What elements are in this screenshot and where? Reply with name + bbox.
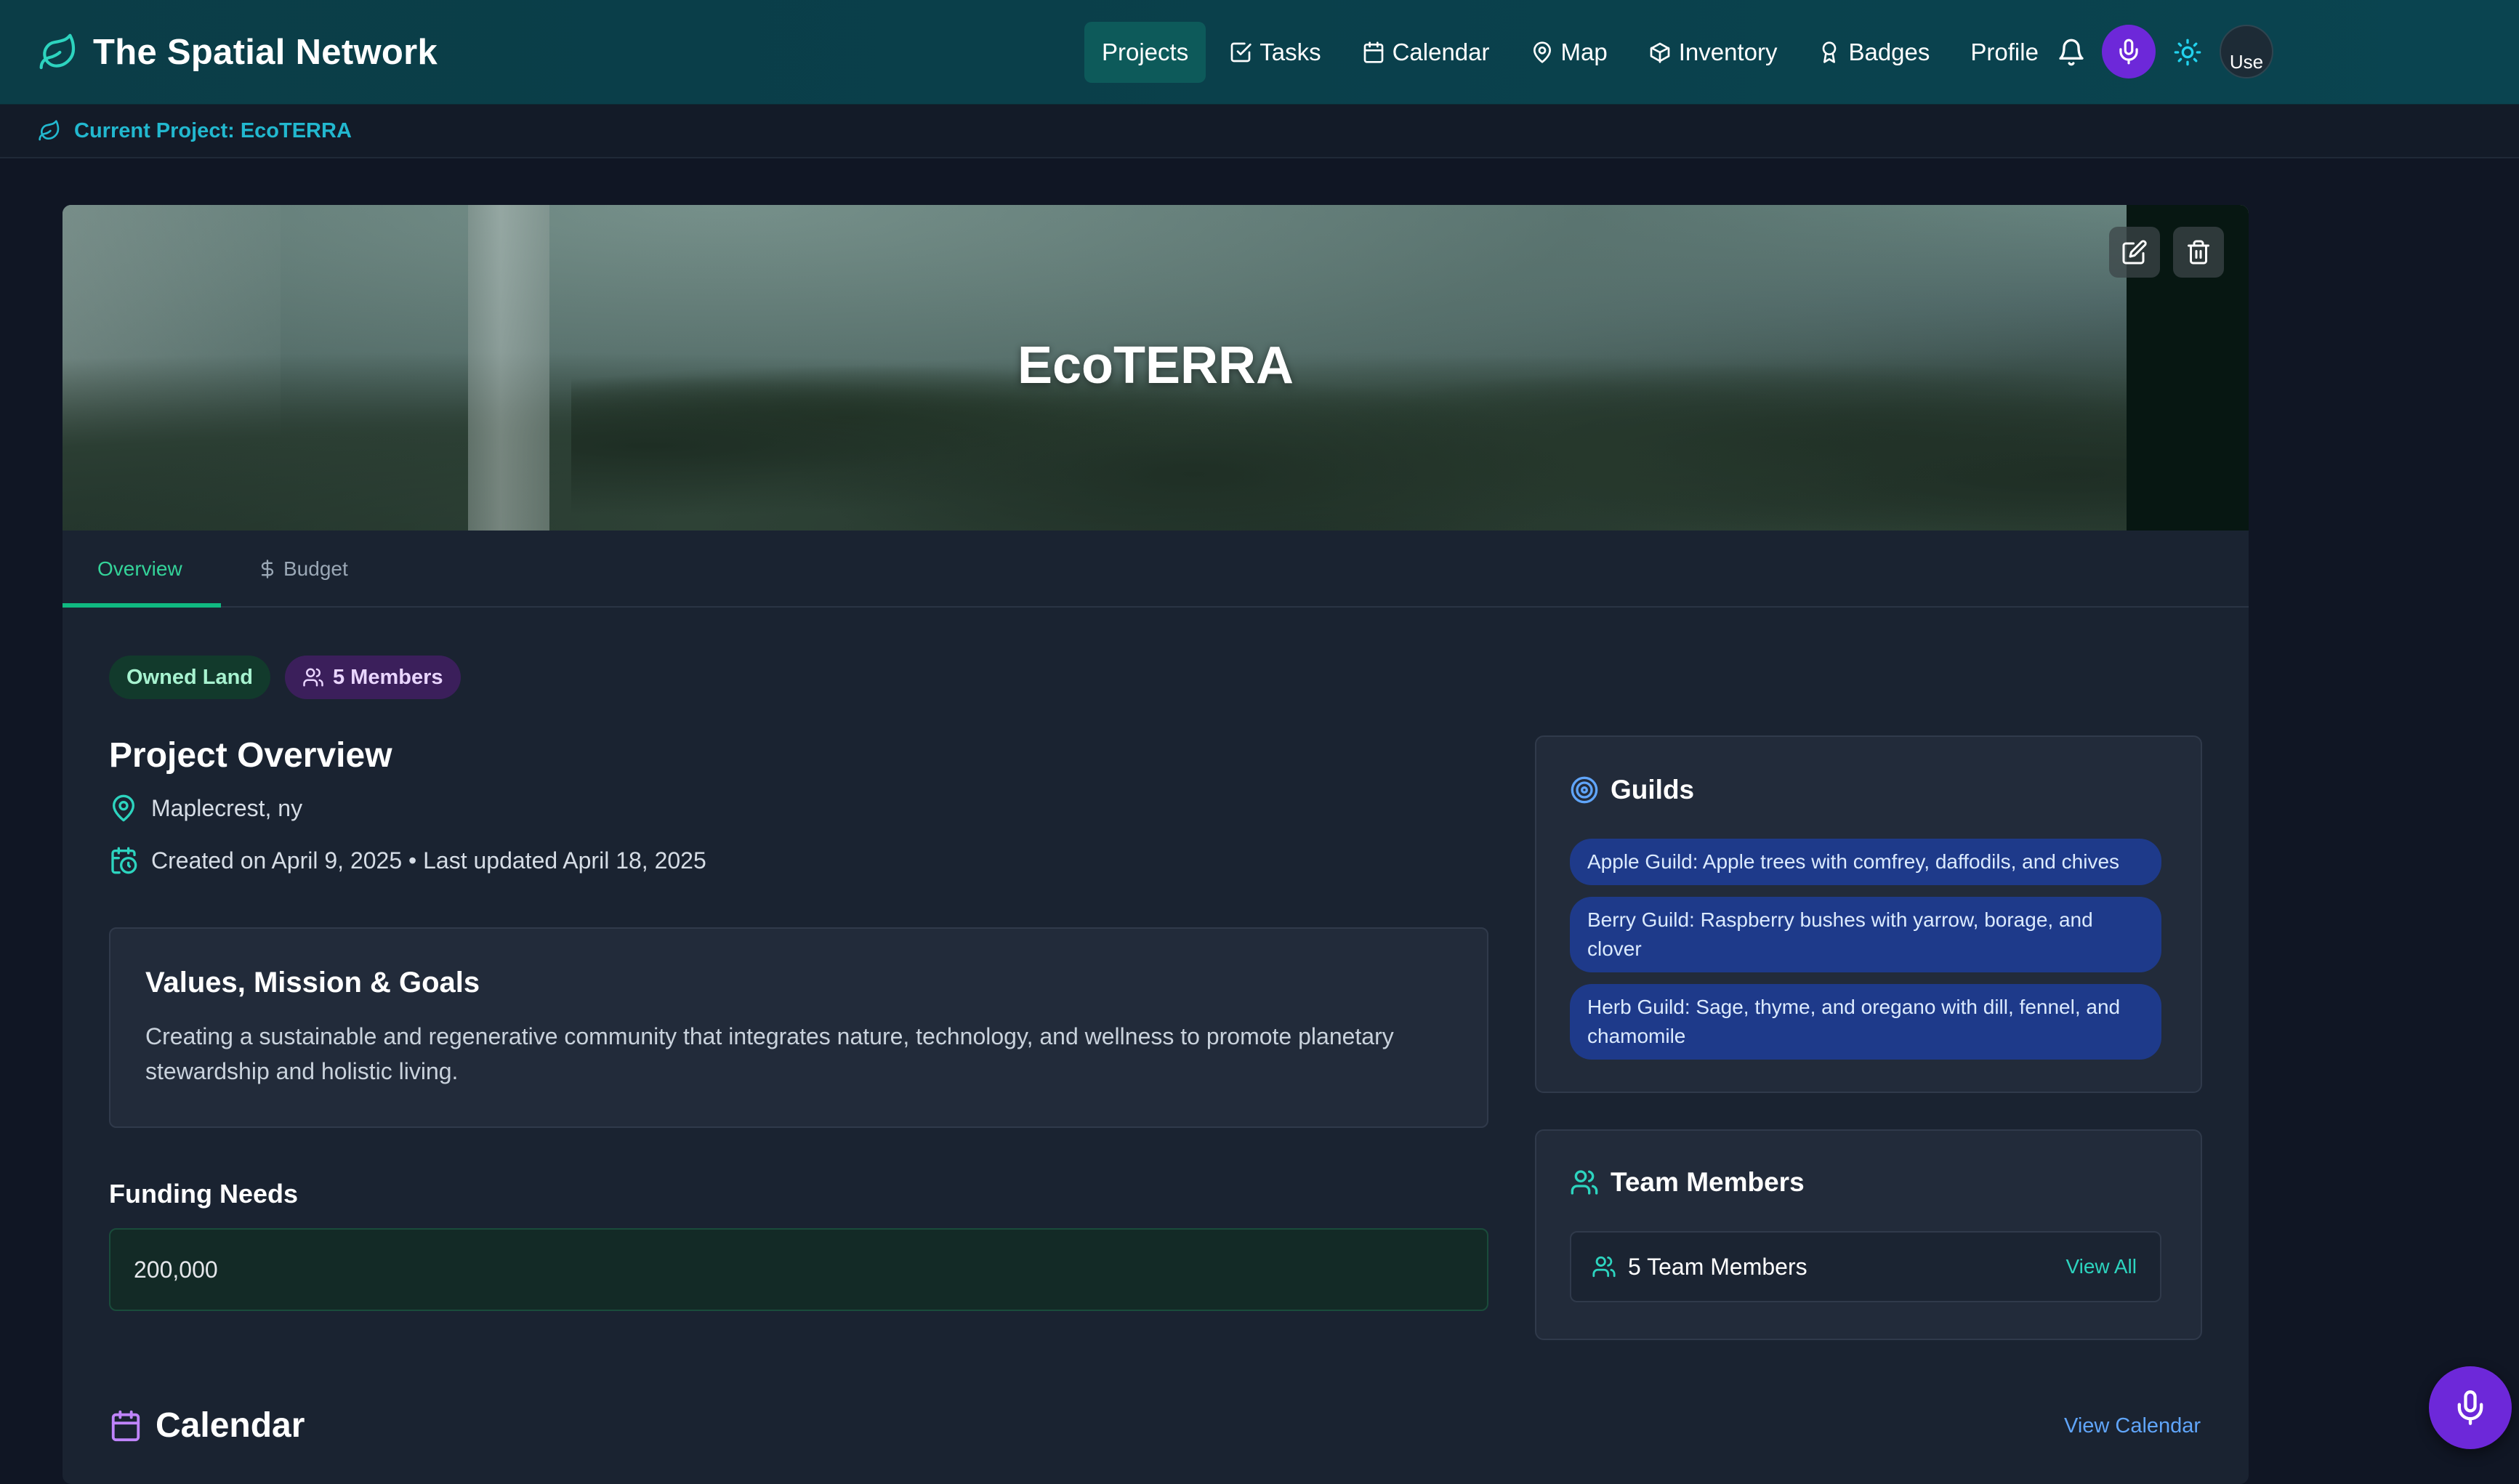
sun-icon [2174, 39, 2201, 66]
values-mission-box: Values, Mission & Goals Creating a susta… [109, 927, 1488, 1128]
nav-profile-label: Profile [1970, 39, 2039, 65]
view-calendar-link[interactable]: View Calendar [2064, 1414, 2201, 1438]
calendar-icon [111, 1410, 140, 1441]
app-name: The Spatial Network [93, 33, 438, 72]
current-project-label[interactable]: Current Project: EcoTERRA [74, 119, 352, 143]
land-status-badge: Owned Land [109, 656, 270, 699]
guilds-title: Guilds [1570, 775, 1694, 805]
users-icon [303, 668, 323, 687]
nav-tasks[interactable]: Tasks [1212, 22, 1338, 83]
calendar-clock-icon [111, 847, 137, 874]
project-tabs: Overview Budget [63, 531, 2249, 608]
land-status-label: Owned Land [126, 665, 253, 689]
guild-item[interactable]: Berry Guild: Raspberry bushes with yarro… [1570, 897, 2161, 972]
map-pin-icon [113, 794, 134, 822]
bell-icon [2059, 39, 2084, 66]
edit-project-button[interactable] [2109, 227, 2160, 278]
overview-heading: Project Overview [109, 736, 392, 775]
main-nav: Projects Tasks Calendar Map Inventory Ba… [1084, 22, 2062, 83]
check-square-icon [1230, 42, 1252, 62]
tab-overview[interactable]: Overview [97, 531, 182, 608]
calendar-icon [1363, 41, 1383, 63]
team-members-count: 5 Team Members [1628, 1253, 1807, 1280]
nav-badges-label: Badges [1848, 39, 1930, 65]
team-members-card: Team Members 5 Team Members View All [1535, 1129, 2202, 1340]
members-badge: 5 Members [285, 656, 461, 699]
users-icon [1571, 1170, 1598, 1195]
nav-projects[interactable]: Projects [1084, 22, 1206, 83]
delete-project-button[interactable] [2173, 227, 2224, 278]
award-icon [1823, 41, 1837, 63]
nav-calendar[interactable]: Calendar [1345, 22, 1507, 83]
microphone-icon [2457, 1390, 2483, 1425]
nav-map[interactable]: Map [1513, 22, 1625, 83]
project-location: Maplecrest, ny [109, 794, 302, 823]
members-badge-label: 5 Members [333, 665, 443, 689]
microphone-icon [2119, 39, 2138, 65]
nav-projects-label: Projects [1102, 39, 1189, 65]
brand[interactable]: The Spatial Network [38, 29, 438, 76]
project-dates: Created on April 9, 2025 • Last updated … [109, 846, 706, 875]
users-icon [1592, 1256, 1616, 1278]
nav-badges[interactable]: Badges [1800, 22, 1947, 83]
values-text: Creating a sustainable and regenerative … [145, 1023, 1394, 1084]
dollar-icon [261, 560, 274, 578]
funding-needs-label: Funding Needs [109, 1179, 298, 1209]
project-card: EcoTERRA Overview Budget Owned Land 5 Me… [63, 205, 2249, 1484]
calendar-section-title: Calendar [109, 1406, 305, 1445]
active-tab-indicator [63, 603, 221, 608]
location-text: Maplecrest, ny [151, 794, 303, 821]
leaf-icon [39, 120, 60, 141]
avatar-alt-text: Use [2229, 50, 2264, 73]
view-all-members-link[interactable]: View All [2065, 1255, 2137, 1278]
tab-overview-label: Overview [97, 557, 182, 580]
target-icon [1571, 776, 1598, 804]
edit-icon [2122, 240, 2147, 265]
guilds-card: Guilds Apple Guild: Apple trees with com… [1535, 735, 2202, 1093]
nav-profile[interactable]: Profile [1953, 22, 2056, 83]
floating-voice-button[interactable] [2429, 1366, 2512, 1449]
notifications-button[interactable] [2050, 31, 2093, 74]
leaf-logo-icon [39, 33, 76, 70]
team-members-summary: 5 Team Members View All [1570, 1231, 2161, 1302]
nav-map-label: Map [1560, 39, 1608, 65]
box-icon [1650, 42, 1670, 63]
map-pin-icon [1533, 41, 1551, 63]
trash-icon [2188, 240, 2209, 265]
guilds-title-text: Guilds [1611, 775, 1695, 804]
values-heading: Values, Mission & Goals [145, 967, 480, 999]
current-project-bar: Current Project: EcoTERRA [0, 105, 2519, 158]
calendar-section-text: Calendar [156, 1406, 305, 1445]
guild-item[interactable]: Apple Guild: Apple trees with comfrey, d… [1570, 839, 2161, 885]
team-members-title: Team Members [1570, 1167, 1805, 1198]
project-hero-image: EcoTERRA [63, 205, 2249, 531]
tab-budget-label: Budget [283, 557, 348, 580]
dates-text: Created on April 9, 2025 • Last updated … [151, 847, 706, 874]
project-title: EcoTERRA [1017, 336, 1294, 395]
avatar[interactable]: Use [2220, 25, 2273, 78]
nav-tasks-label: Tasks [1260, 39, 1321, 65]
theme-toggle-button[interactable] [2166, 31, 2209, 74]
funding-needs-value: 200,000 [134, 1256, 218, 1283]
team-members-title-text: Team Members [1611, 1167, 1805, 1197]
nav-inventory-label: Inventory [1678, 39, 1778, 65]
top-navigation-bar: The Spatial Network Projects Tasks Calen… [0, 0, 2519, 105]
tab-budget[interactable]: Budget [257, 531, 348, 608]
guild-item[interactable]: Herb Guild: Sage, thyme, and oregano wit… [1570, 984, 2161, 1060]
nav-inventory[interactable]: Inventory [1631, 22, 1795, 83]
funding-needs-field[interactable]: 200,000 [109, 1228, 1488, 1311]
voice-input-button[interactable] [2102, 25, 2156, 78]
nav-calendar-label: Calendar [1392, 39, 1490, 65]
